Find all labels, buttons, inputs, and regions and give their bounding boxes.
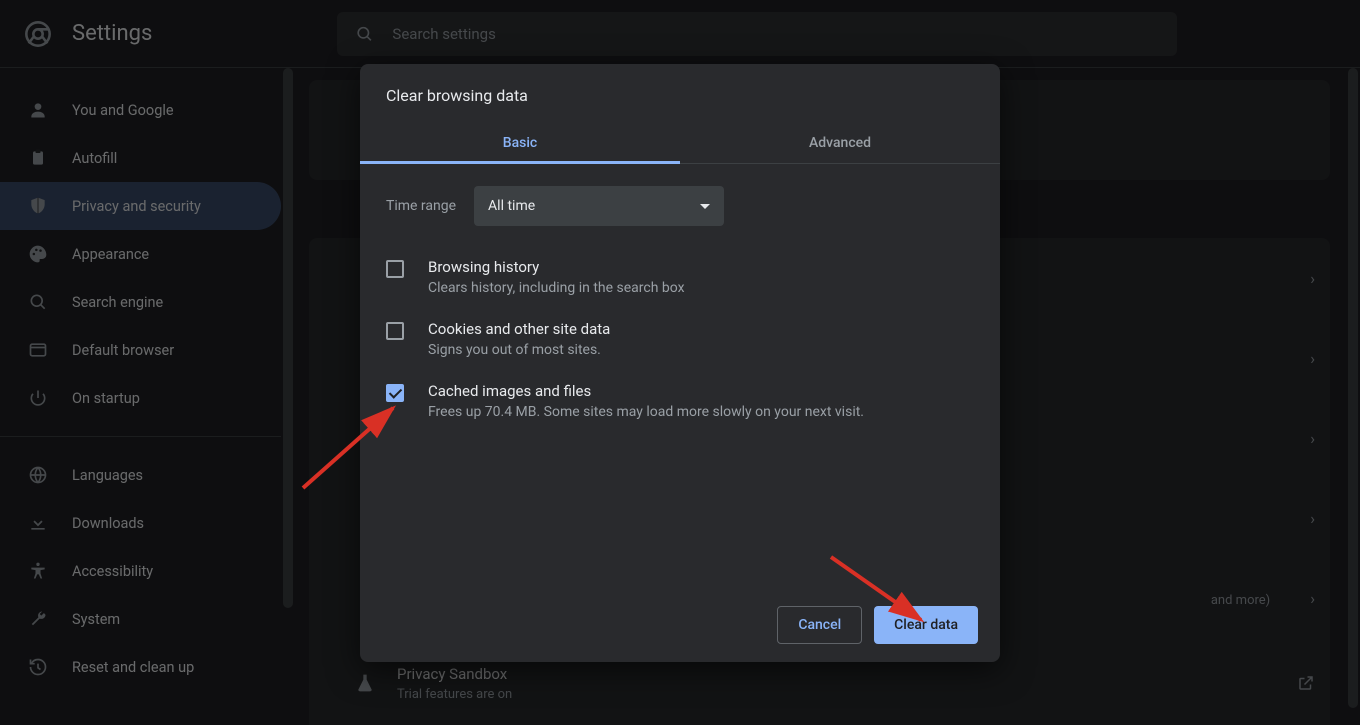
option-row[interactable]: Browsing history Clears history, includin… <box>386 246 974 308</box>
option-row[interactable]: Cached images and files Frees up 70.4 MB.… <box>386 370 974 432</box>
tab-basic[interactable]: Basic <box>360 123 680 163</box>
option-title: Cached images and files <box>428 382 864 400</box>
option-sub: Signs you out of most sites. <box>428 342 610 358</box>
time-range-value: All time <box>488 198 535 214</box>
time-range-label: Time range <box>386 198 456 214</box>
option-title: Browsing history <box>428 258 685 276</box>
dialog-tabs: Basic Advanced <box>360 123 1000 164</box>
tab-advanced[interactable]: Advanced <box>680 123 1000 163</box>
time-range-row: Time range All time <box>360 164 1000 234</box>
option-row[interactable]: Cookies and other site data Signs you out… <box>386 308 974 370</box>
dropdown-icon <box>700 204 710 209</box>
option-sub: Clears history, including in the search … <box>428 280 685 296</box>
option-title: Cookies and other site data <box>428 320 610 338</box>
dialog-title: Clear browsing data <box>360 64 1000 123</box>
cancel-button[interactable]: Cancel <box>777 606 862 644</box>
checkbox[interactable] <box>386 260 404 278</box>
clear-data-button[interactable]: Clear data <box>874 606 978 644</box>
option-sub: Frees up 70.4 MB. Some sites may load mo… <box>428 404 864 420</box>
options-list: Browsing history Clears history, includin… <box>360 234 1000 444</box>
checkbox[interactable] <box>386 384 404 402</box>
time-range-select[interactable]: All time <box>474 186 724 226</box>
dialog-footer: Cancel Clear data <box>360 588 1000 662</box>
checkbox[interactable] <box>386 322 404 340</box>
clear-data-dialog: Clear browsing data Basic Advanced Time … <box>360 64 1000 662</box>
